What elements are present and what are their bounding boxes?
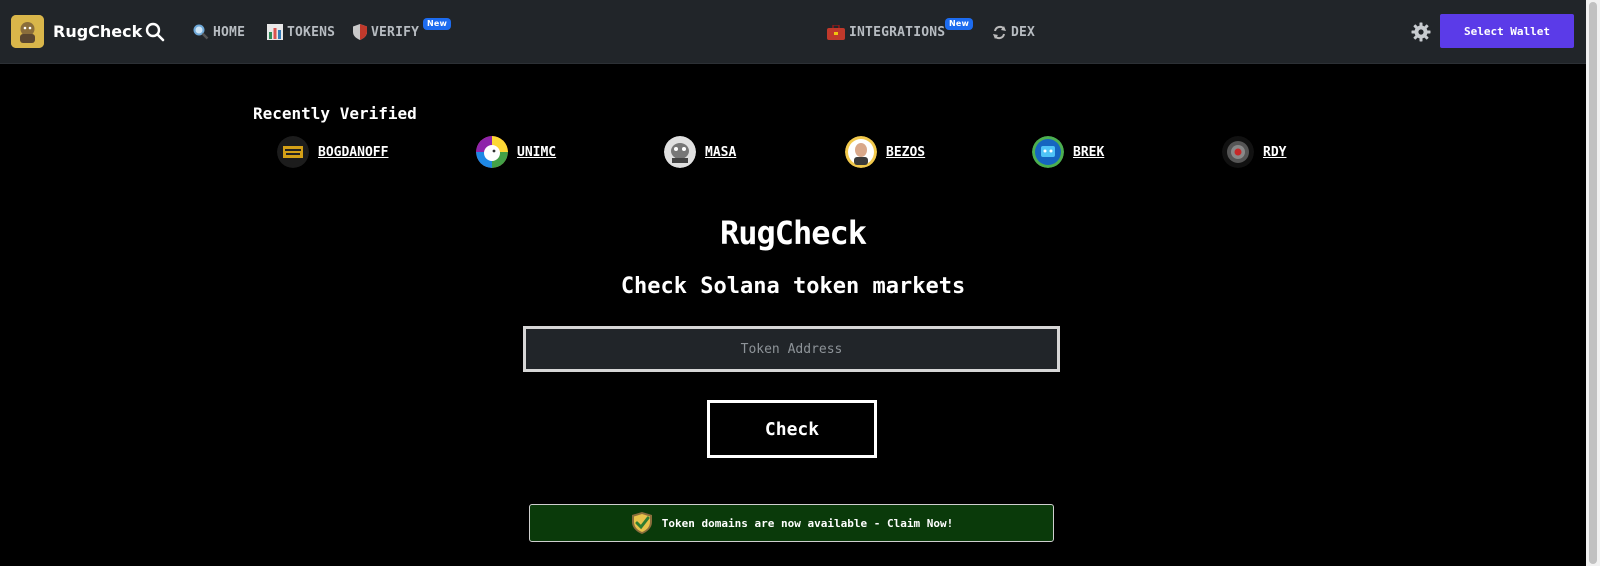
page-title: RugCheck bbox=[719, 214, 867, 252]
brand-name: RugCheck bbox=[53, 22, 143, 41]
banner-text: Token domains are now available - Claim … bbox=[661, 516, 954, 530]
token-symbol: BREK bbox=[1073, 144, 1105, 160]
nav-tokens-label: TOKENS bbox=[287, 24, 336, 40]
token-domains-banner[interactable]: Token domains are now available - Claim … bbox=[529, 504, 1054, 542]
page-scrollbar[interactable] bbox=[1586, 0, 1600, 566]
top-navbar: RugCheck HOME TOKENS VERIFY New INTEGRAT… bbox=[0, 0, 1586, 64]
token-avatar bbox=[277, 136, 309, 168]
recent-token-unimc[interactable]: UNIMC bbox=[476, 136, 556, 168]
token-symbol: RDY bbox=[1263, 144, 1287, 160]
rugcheck-logo-icon bbox=[11, 15, 44, 48]
recently-verified-heading: Recently Verified bbox=[253, 104, 417, 123]
recent-token-bezos[interactable]: BEZOS bbox=[845, 136, 925, 168]
bar-chart-icon bbox=[267, 24, 283, 40]
nav-home-label: HOME bbox=[213, 24, 246, 40]
shield-icon bbox=[353, 24, 367, 40]
recent-token-brek[interactable]: BREK bbox=[1032, 136, 1104, 168]
nav-home[interactable]: HOME bbox=[193, 22, 245, 42]
token-symbol: BEZOS bbox=[886, 144, 926, 160]
nav-integrations[interactable]: INTEGRATIONS New bbox=[827, 18, 974, 42]
recent-token-masa[interactable]: MASA bbox=[664, 136, 736, 168]
new-badge: New bbox=[423, 18, 452, 30]
gear-icon[interactable] bbox=[1410, 21, 1432, 43]
token-avatar bbox=[1032, 136, 1064, 168]
page-subtitle: Check Solana token markets bbox=[620, 274, 966, 299]
token-avatar bbox=[845, 136, 877, 168]
toolbox-icon bbox=[827, 24, 845, 40]
search-icon[interactable] bbox=[144, 21, 166, 43]
select-wallet-button[interactable]: Select Wallet bbox=[1440, 14, 1574, 48]
recent-token-rdy[interactable]: RDY bbox=[1222, 136, 1286, 168]
scrollbar-thumb[interactable] bbox=[1589, 2, 1597, 564]
swap-icon bbox=[992, 25, 1007, 40]
check-button[interactable]: Check bbox=[707, 400, 877, 458]
token-symbol: UNIMC bbox=[517, 144, 557, 160]
nav-verify[interactable]: VERIFY New bbox=[353, 18, 452, 42]
magnifier-icon bbox=[193, 24, 209, 40]
shield-check-icon bbox=[630, 511, 654, 535]
nav-dex-label: DEX bbox=[1011, 24, 1036, 40]
token-symbol: BOGDANOFF bbox=[318, 144, 389, 160]
recent-token-bogdanoff[interactable]: BOGDANOFF bbox=[277, 136, 388, 168]
token-avatar bbox=[1222, 136, 1254, 168]
nav-tokens[interactable]: TOKENS bbox=[267, 22, 335, 42]
token-avatar bbox=[476, 136, 508, 168]
brand-home-link[interactable]: RugCheck bbox=[11, 15, 142, 48]
new-badge: New bbox=[945, 18, 974, 30]
token-address-input[interactable] bbox=[523, 326, 1060, 372]
nav-verify-label: VERIFY bbox=[371, 24, 420, 40]
token-avatar bbox=[664, 136, 696, 168]
token-symbol: MASA bbox=[705, 144, 737, 160]
nav-dex[interactable]: DEX bbox=[992, 22, 1035, 42]
nav-integrations-label: INTEGRATIONS bbox=[849, 24, 946, 40]
